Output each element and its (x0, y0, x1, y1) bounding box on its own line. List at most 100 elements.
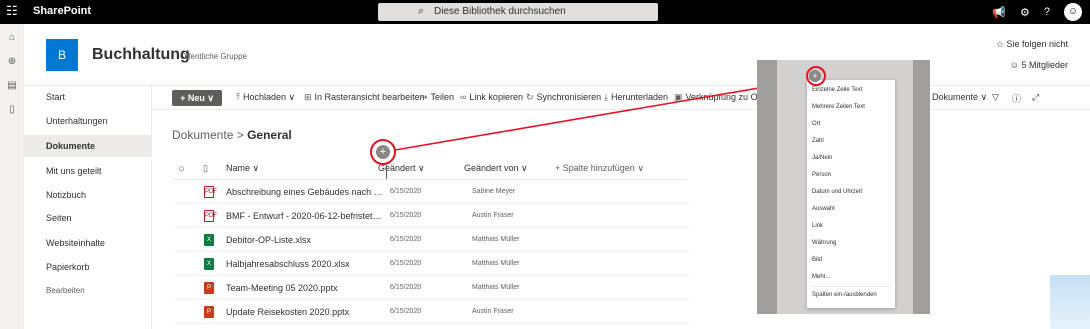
table-row[interactable]: P Team-Meeting 05 2020.pptx 6/15/2020 Ma… (172, 276, 692, 300)
column-header-modified-by[interactable]: Geändert von ∨ (464, 163, 528, 174)
folder-icon: ▣ (674, 92, 683, 102)
help-icon[interactable]: ? (1044, 6, 1050, 18)
menu-item-person[interactable]: Person (812, 172, 831, 178)
table-row[interactable]: X Debitor-OP-Liste.xlsx 6/15/2020 Matthi… (172, 228, 692, 252)
column-type-menu: + Einzelne Zeile Text Mehrere Zeilen Tex… (807, 70, 895, 308)
menu-item-yes-no[interactable]: Ja/Nein (812, 155, 832, 161)
members-button[interactable]: ☺ 5 Mitglieder (1010, 60, 1068, 70)
file-modified: 6/15/2020 (390, 188, 422, 195)
nav-item-papierkorb[interactable]: Papierkorb (24, 256, 151, 278)
table-row[interactable]: PDF Abschreibung eines Gebäudes nach kür… (172, 180, 692, 204)
menu-item-location[interactable]: Ort (812, 121, 820, 127)
shortcut-label: Verknüpfung zu One (685, 92, 768, 102)
excel-file-icon: X (204, 258, 214, 270)
copy-link-button[interactable]: ∞ Link kopieren (460, 92, 523, 102)
select-all-checkbox[interactable]: ○ (178, 163, 185, 175)
nav-item-seiten[interactable]: Seiten (24, 207, 151, 229)
file-modified-by[interactable]: Matthias Müller (472, 284, 519, 291)
nav-item-start[interactable]: Start (24, 86, 151, 108)
waffle-icon[interactable]: ☷ (6, 4, 20, 18)
upload-button[interactable]: ⤒ Hochladen ∨ (236, 92, 295, 103)
sync-button[interactable]: ↻ Synchronisieren (526, 92, 601, 103)
file-modified-by[interactable]: Austin Fraser (472, 212, 514, 219)
file-modified-by[interactable]: Sabine Meyer (472, 188, 515, 195)
add-column-button[interactable]: + Spalte hinzufügen ∨ (555, 163, 644, 174)
table-row[interactable]: PDF BMF - Entwurf - 2020-06-12-befristet… (172, 204, 692, 228)
megaphone-icon[interactable]: 📢 (992, 6, 1006, 19)
grid-icon: ⊞ (304, 92, 312, 102)
avatar[interactable]: ☺ (1064, 3, 1082, 21)
file-modified: 6/15/2020 (390, 212, 422, 219)
powerpoint-file-icon: P (204, 282, 214, 294)
site-title[interactable]: Buchhaltung (92, 46, 190, 64)
menu-item-choice[interactable]: Auswahl (812, 206, 835, 212)
nav-item-websiteinhalte[interactable]: Websiteinhalte (24, 232, 151, 254)
nav-item-dokumente[interactable]: Dokumente (24, 135, 151, 157)
nav-item-mit-uns-geteilt[interactable]: Mit uns geteilt (24, 160, 151, 182)
column-header-name[interactable]: Name ∨ (226, 163, 259, 174)
menu-item-multi-line[interactable]: Mehrere Zeilen Text (812, 104, 865, 110)
file-modified: 6/15/2020 (390, 260, 422, 267)
table-row[interactable]: X Halbjahresabschluss 2020.xlsx 6/15/202… (172, 252, 692, 276)
home-icon[interactable]: ⌂ (0, 32, 24, 48)
file-type-icon: ▯ (203, 163, 208, 173)
breadcrumb-root[interactable]: Dokumente (172, 128, 233, 142)
news-icon[interactable]: ▤ (0, 80, 24, 96)
sync-label: Synchronisieren (536, 92, 602, 102)
excel-file-icon: X (204, 234, 214, 246)
globe-icon[interactable]: ⊕ (0, 56, 24, 72)
search-placeholder: Diese Bibliothek durchsuchen (434, 6, 566, 17)
file-name[interactable]: Update Reisekosten 2020.pptx (226, 307, 386, 317)
shortcut-button[interactable]: ▣ Verknüpfung zu One (674, 92, 768, 103)
search-box[interactable]: ⌕ Diese Bibliothek durchsuchen (378, 3, 658, 21)
new-button[interactable]: + Neu ∨ (172, 90, 222, 106)
new-label: Neu (187, 93, 205, 103)
menu-item-date-time[interactable]: Datum und Uhrzeit (812, 189, 862, 195)
menu-item-number[interactable]: Zahl (812, 138, 824, 144)
suite-bar: ☷ SharePoint ⌕ Diese Bibliothek durchsuc… (0, 0, 1090, 24)
breadcrumb: Dokumente > General (172, 128, 292, 142)
file-name[interactable]: BMF - Entwurf - 2020-06-12-befristete-Se… (226, 211, 386, 221)
name-header-label: Name (226, 163, 251, 173)
menu-item-link[interactable]: Link (812, 223, 823, 229)
info-icon[interactable]: ⓘ (1012, 92, 1021, 105)
file-name[interactable]: Halbjahresabschluss 2020.xlsx (226, 259, 386, 269)
menu-item-single-line[interactable]: Einzelne Zeile Text (812, 87, 862, 93)
top-icons: 📢 ⚙ ? ☺ (992, 3, 1082, 21)
nav-item-bearbeiten[interactable]: Bearbeiten (24, 280, 151, 302)
copy-link-label: Link kopieren (469, 92, 523, 102)
file-name[interactable]: Debitor-OP-Liste.xlsx (226, 235, 386, 245)
file-modified-by[interactable]: Austin Fraser (472, 308, 514, 315)
file-modified-by[interactable]: Matthias Müller (472, 236, 519, 243)
share-icon: ↪ (420, 92, 428, 102)
nav-item-unterhaltungen[interactable]: Unterhaltungen (24, 110, 151, 132)
gear-icon[interactable]: ⚙ (1020, 6, 1030, 19)
menu-item-currency[interactable]: Währung (812, 240, 836, 246)
download-button[interactable]: ⤓ Herunterladen (604, 92, 668, 103)
download-label: Herunterladen (610, 92, 669, 102)
file-icon[interactable]: ▯ (0, 104, 24, 120)
expand-icon[interactable]: ⤢ (1032, 92, 1039, 103)
filter-icon[interactable]: ▽ (992, 92, 999, 103)
pdf-file-icon: PDF (204, 210, 217, 222)
file-name[interactable]: Abschreibung eines Gebäudes nach kürzere… (226, 187, 386, 197)
file-modified-by[interactable]: Matthias Müller (472, 260, 519, 267)
breadcrumb-current: General (247, 128, 292, 142)
menu-item-more[interactable]: Mehr... (812, 274, 830, 280)
view-selector[interactable]: Dokumente ∨ (932, 92, 987, 103)
site-navigation: Start Unterhaltungen Dokumente Mit uns g… (24, 86, 152, 329)
nav-item-notizbuch[interactable]: Notizbuch (24, 184, 151, 206)
app-name[interactable]: SharePoint (33, 5, 91, 17)
grid-edit-button[interactable]: ⊞ In Rasteransicht bearbeiten (304, 92, 425, 103)
site-logo[interactable]: B (46, 39, 78, 71)
pdf-file-icon: PDF (204, 186, 217, 198)
follow-button[interactable]: ☆ Sie folgen nicht (996, 39, 1068, 50)
modified-by-header-label: Geändert von (464, 163, 519, 173)
menu-item-image[interactable]: Bild (812, 257, 822, 263)
file-name[interactable]: Team-Meeting 05 2020.pptx (226, 283, 386, 293)
command-bar: + Neu ∨ ⤒ Hochladen ∨ ⊞ In Rasteransicht b… (152, 86, 1090, 110)
table-row[interactable]: P Update Reisekosten 2020.pptx 6/15/2020… (172, 300, 692, 324)
share-button[interactable]: ↪ Teilen (420, 92, 454, 103)
menu-item-show-hide-columns[interactable]: Spalten ein-/ausblenden (812, 292, 877, 298)
menu-highlight-ring (806, 66, 826, 86)
